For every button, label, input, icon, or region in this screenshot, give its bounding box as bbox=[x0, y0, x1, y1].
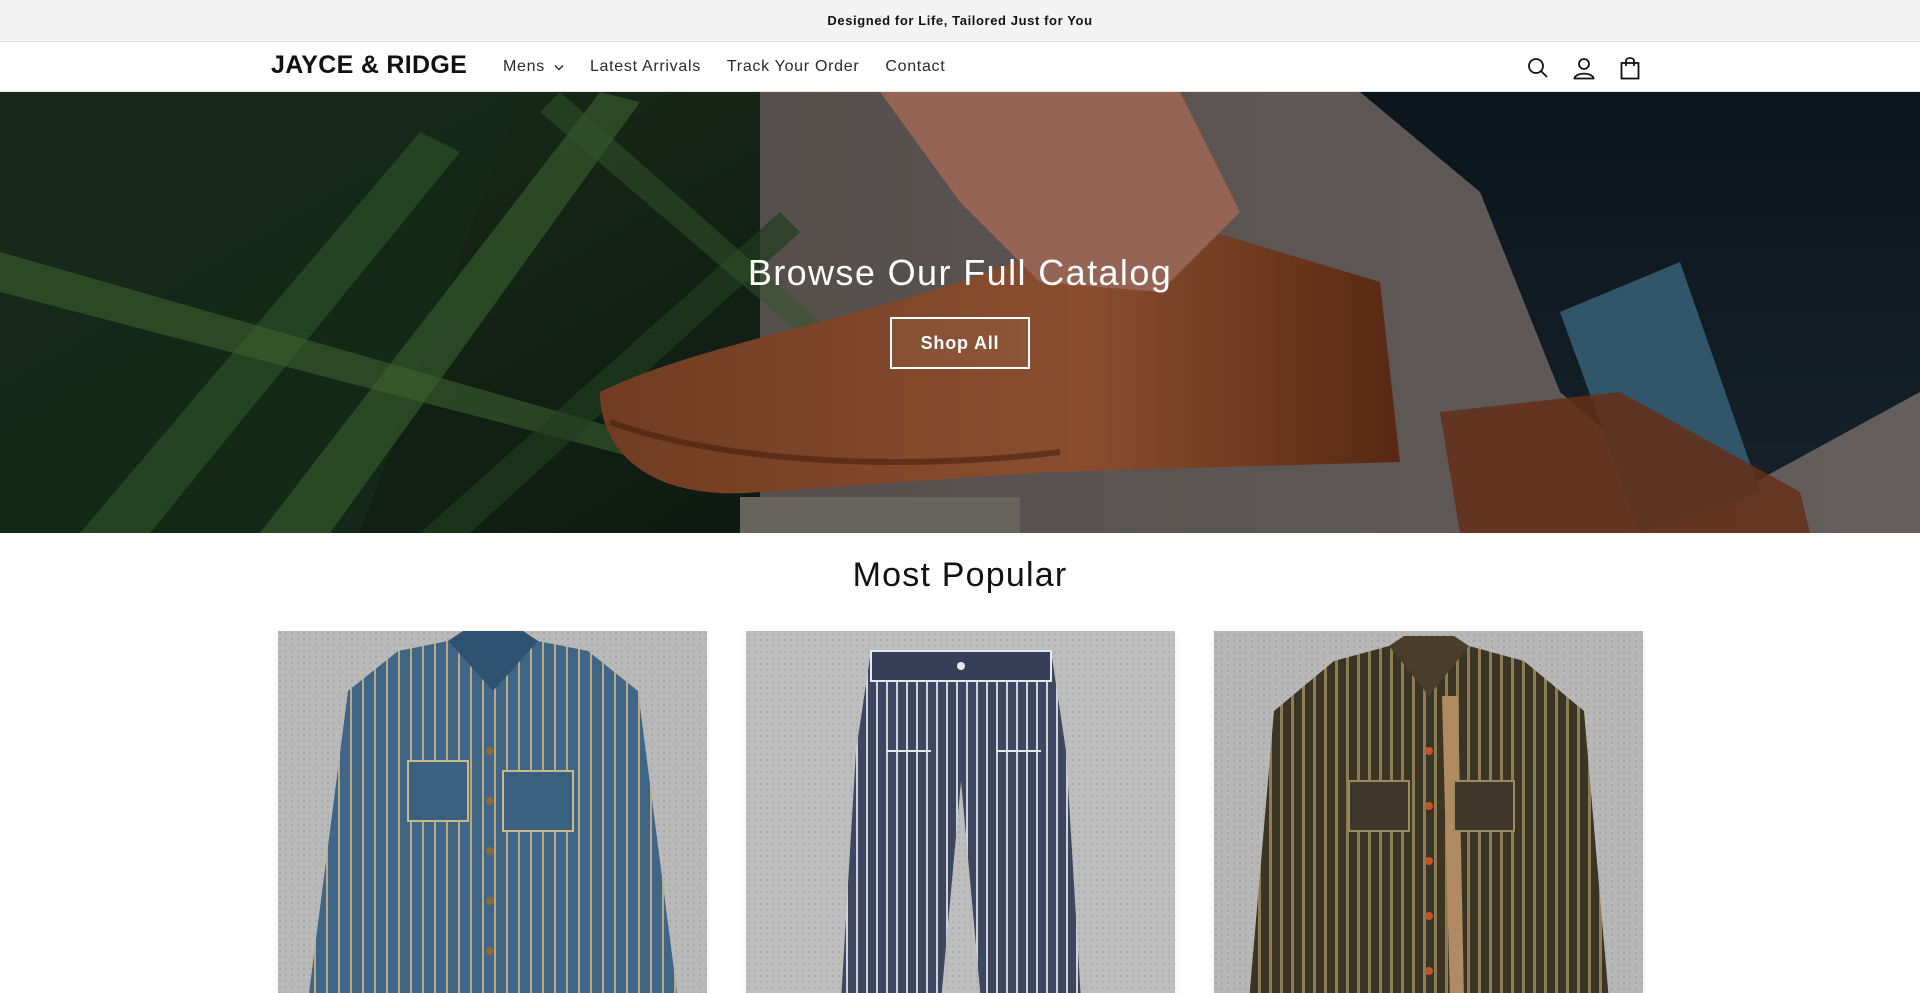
most-popular-title: Most Popular bbox=[852, 556, 1068, 594]
product-image bbox=[1214, 631, 1643, 993]
product-card[interactable] bbox=[1214, 631, 1643, 993]
product-image bbox=[278, 631, 707, 993]
hero-banner: Browse Our Full Catalog Shop All bbox=[0, 92, 1920, 533]
nav-item-label: Contact bbox=[885, 58, 946, 75]
product-card[interactable] bbox=[278, 631, 707, 993]
announcement-bar: Designed for Life, Tailored Just for You bbox=[0, 0, 1920, 42]
chevron-down-icon bbox=[554, 64, 564, 71]
product-image bbox=[746, 631, 1175, 993]
shop-all-button[interactable]: Shop All bbox=[890, 317, 1030, 369]
announcement-text: Designed for Life, Tailored Just for You bbox=[827, 13, 1093, 28]
logo[interactable]: JAYCE & RIDGE bbox=[271, 51, 467, 80]
nav-item-label: Mens bbox=[503, 58, 545, 75]
account-icon[interactable] bbox=[1570, 54, 1598, 82]
hero-overlay bbox=[0, 92, 1920, 533]
nav-item-label: Track Your Order bbox=[726, 58, 860, 75]
header-icons bbox=[1524, 54, 1662, 82]
cart-icon[interactable] bbox=[1616, 54, 1644, 82]
nav-item-mens[interactable]: Mens bbox=[503, 58, 564, 76]
nav-item-contact[interactable]: Contact bbox=[885, 58, 945, 76]
nav-item-latest-arrivals[interactable]: Latest Arrivals bbox=[590, 58, 701, 76]
nav-item-label: Latest Arrivals bbox=[589, 58, 701, 75]
hero-title: Browse Our Full Catalog bbox=[747, 252, 1173, 293]
site-header: JAYCE & RIDGE Mens Latest Arrivals Track… bbox=[0, 42, 1920, 92]
nav-item-track-order[interactable]: Track Your Order bbox=[727, 58, 859, 76]
product-card[interactable] bbox=[746, 631, 1175, 993]
search-icon[interactable] bbox=[1524, 54, 1552, 82]
main-nav: Mens Latest Arrivals Track Your Order Co… bbox=[503, 42, 971, 92]
